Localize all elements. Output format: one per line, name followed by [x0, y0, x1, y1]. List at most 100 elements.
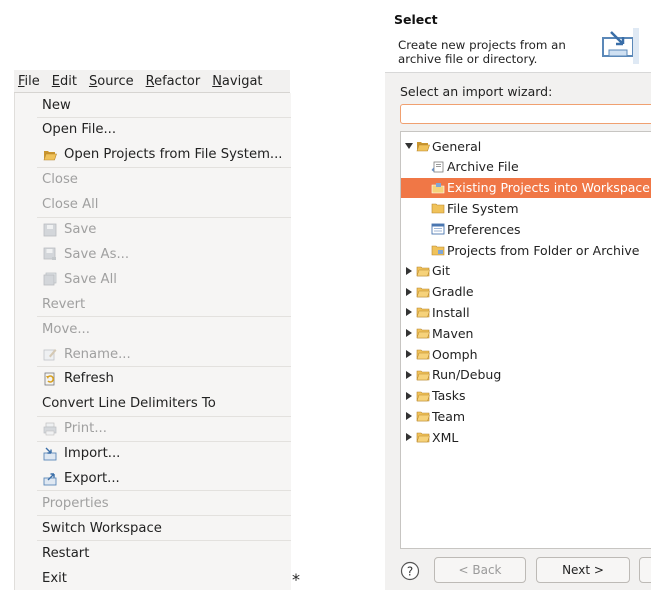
tree-item-oomph[interactable]: Oomph — [401, 344, 651, 364]
cancel-button[interactable] — [639, 557, 651, 583]
menubar-item-refactor[interactable]: Refactor — [140, 74, 207, 89]
menu-item-label: New — [42, 97, 71, 113]
tree-item-run-debug[interactable]: Run/Debug — [401, 365, 651, 385]
menu-item-label: Properties — [42, 495, 109, 511]
menu-item-label: Switch Workspace — [42, 520, 162, 536]
tree-item-tasks[interactable]: Tasks — [401, 386, 651, 406]
menu-item-import[interactable]: Import... — [15, 442, 291, 466]
refresh-icon — [42, 372, 57, 386]
expand-arrow-right-icon[interactable] — [405, 328, 413, 338]
file-menu-dropdown: New Open File... Open Projects from File S… — [14, 93, 291, 590]
wizard-prompt: Select an import wizard: — [400, 84, 553, 99]
expand-arrow-down-icon[interactable] — [405, 141, 413, 151]
tree-item-gradle[interactable]: Gradle — [401, 282, 651, 302]
help-button[interactable]: ? — [400, 561, 420, 581]
menu-item-label: Restart — [42, 545, 90, 561]
wizard-filter-input[interactable] — [400, 104, 651, 124]
wizard-header: Select Create new projects from an archi… — [385, 0, 651, 73]
wizard-tree[interactable]: General Archive File Existing Projects int… — [400, 131, 651, 549]
folder-icon — [416, 286, 430, 298]
menu-item-label: Save As... — [64, 246, 130, 262]
export-icon — [42, 472, 57, 486]
tree-item-file-system[interactable]: File System — [401, 198, 651, 218]
menubar-item-edit[interactable]: Edit — [46, 74, 83, 89]
folder-icon — [416, 410, 430, 422]
tree-item-general[interactable]: General — [401, 136, 651, 156]
tree-item-label: Oomph — [432, 346, 478, 362]
folder-open-icon — [416, 140, 430, 152]
expand-arrow-right-icon[interactable] — [405, 411, 413, 421]
tree-item-maven[interactable]: Maven — [401, 323, 651, 343]
expand-arrow-right-icon[interactable] — [405, 349, 413, 359]
menu-item-switch-workspace[interactable]: Switch Workspace — [15, 516, 291, 540]
menu-item-label: Refresh — [64, 371, 114, 387]
rename-icon — [42, 347, 57, 361]
tree-item-label: Team — [432, 408, 466, 424]
menu-item-label: Convert Line Delimiters To — [42, 396, 216, 412]
folder-icon — [416, 431, 430, 443]
menubar-item-source[interactable]: Source — [83, 74, 140, 89]
menu-item-label: Import... — [64, 446, 121, 462]
tree-item-git[interactable]: Git — [401, 261, 651, 281]
menu-item-save: Save — [15, 218, 291, 242]
menu-item-revert: Revert — [15, 292, 291, 316]
menu-item-save-as: Save As... — [15, 242, 291, 266]
wizard-description: Create new projects from an archive file… — [398, 38, 566, 66]
menu-separator — [37, 316, 291, 318]
menu-item-restart[interactable]: Restart — [15, 541, 291, 565]
menu-item-convert-line-delimiters-to[interactable]: Convert Line Delimiters To — [15, 392, 291, 416]
tree-item-label: Tasks — [432, 388, 466, 404]
tree-item-label: Gradle — [432, 284, 474, 300]
expand-arrow-right-icon[interactable] — [405, 287, 413, 297]
menubar-item-navigat[interactable]: Navigat — [206, 74, 268, 89]
tree-item-label: XML — [432, 429, 459, 445]
import-banner-icon — [597, 28, 639, 64]
folder-icon — [416, 265, 430, 277]
tree-item-xml[interactable]: XML — [401, 427, 651, 447]
expand-arrow-right-icon[interactable] — [405, 307, 413, 317]
folder-icon — [416, 390, 430, 402]
help-icon: ? — [400, 561, 420, 581]
tree-item-existing-projects-into-workspace[interactable]: Existing Projects into Workspace — [401, 177, 651, 198]
next-button[interactable]: Next > — [536, 557, 630, 583]
menu-item-label: Open Projects from File System... — [64, 147, 283, 163]
menu-item-label: Close — [42, 172, 78, 188]
tree-item-label: File System — [447, 200, 519, 216]
expand-arrow-right-icon[interactable] — [405, 432, 413, 442]
wizard-footer: ? < Back Next > — [385, 551, 651, 590]
menu-item-label: Save — [64, 222, 97, 237]
back-button[interactable]: < Back — [434, 557, 526, 583]
tree-item-label: General — [432, 138, 482, 154]
file-system-icon — [431, 202, 445, 214]
expand-arrow-right-icon[interactable] — [405, 370, 413, 380]
menu-separator — [37, 216, 291, 218]
menu-item-new[interactable]: New — [15, 93, 291, 117]
menu-item-exit[interactable]: Exit — [15, 566, 291, 590]
tree-item-projects-from-folder-or-archive[interactable]: Projects from Folder or Archive — [401, 240, 651, 260]
projects-folder-icon — [431, 244, 445, 256]
tree-item-label: Run/Debug — [432, 367, 502, 383]
expand-arrow-right-icon[interactable] — [405, 391, 413, 401]
save-icon — [42, 223, 57, 237]
menu-item-properties: Properties — [15, 491, 291, 515]
folder-icon — [416, 327, 430, 339]
tree-item-label: Existing Projects into Workspace — [447, 180, 650, 196]
expand-arrow-right-icon[interactable] — [405, 266, 413, 276]
menu-item-open-projects-from-file-system[interactable]: Open Projects from File System... — [15, 143, 291, 167]
menu-separator — [37, 166, 291, 168]
tree-item-archive-file[interactable]: Archive File — [401, 157, 651, 177]
menu-item-export[interactable]: Export... — [15, 467, 291, 491]
tree-item-preferences[interactable]: Preferences — [401, 219, 651, 239]
menu-item-open-file[interactable]: Open File... — [15, 118, 291, 142]
save-all-icon — [42, 272, 57, 286]
wizard-title: Select — [394, 12, 438, 27]
menu-separator — [37, 415, 291, 417]
menubar-item-file[interactable]: File — [14, 74, 46, 89]
folder-open-icon — [42, 148, 57, 162]
menu-item-label: Open File... — [42, 122, 117, 138]
menu-item-refresh[interactable]: Refresh — [15, 367, 291, 391]
tree-item-install[interactable]: Install — [401, 302, 651, 322]
asterisk-marker: * — [292, 570, 300, 589]
tree-item-team[interactable]: Team — [401, 406, 651, 426]
import-wizard-dialog: Select Create new projects from an archi… — [385, 0, 651, 590]
